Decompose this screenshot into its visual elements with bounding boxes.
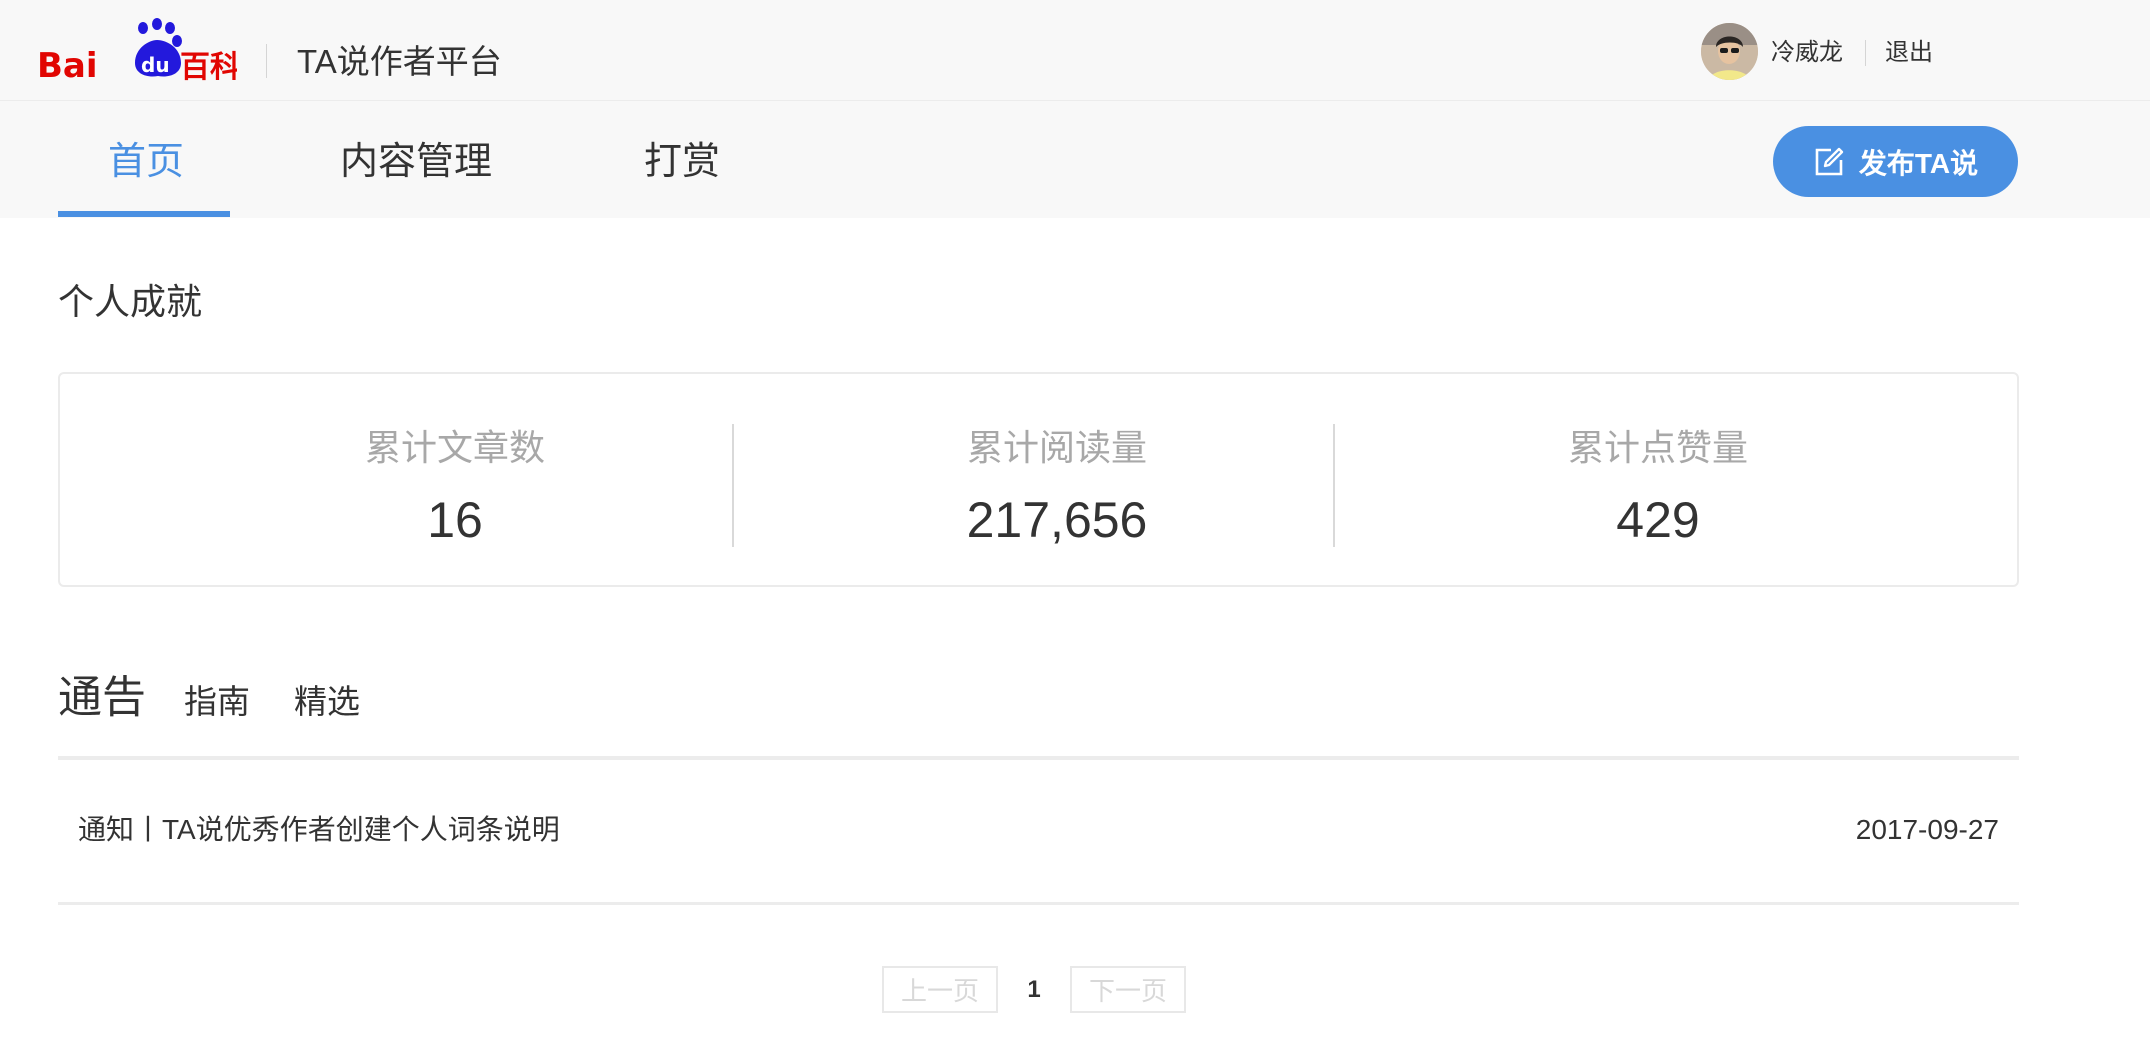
platform-title: TA说作者平台 — [297, 43, 502, 80]
stats-card: 累计文章数 16 累计阅读量 217,656 累计点赞量 429 — [58, 372, 2019, 587]
stat-value: 429 — [1616, 492, 1700, 548]
edit-icon — [1815, 147, 1844, 175]
publish-button-label: 发布TA说 — [1858, 147, 1979, 179]
nav-home[interactable]: 首页 — [108, 139, 184, 185]
nav-content-management[interactable]: 内容管理 — [340, 139, 492, 185]
baidu-baike-logo[interactable]: du Bai 百科 — [37, 14, 240, 86]
notice-title[interactable]: 通知丨TA说优秀作者创建个人词条说明 — [78, 812, 560, 848]
tab-featured[interactable]: 精选 — [294, 674, 360, 730]
svg-text:百科: 百科 — [180, 50, 237, 84]
svg-text:Bai: Bai — [37, 46, 98, 84]
stat-likes: 累计点赞量 429 — [1358, 374, 1958, 585]
stat-label: 累计点赞量 — [1567, 427, 1748, 468]
stat-value: 16 — [427, 492, 483, 548]
stat-label: 累计阅读量 — [966, 427, 1147, 468]
achievements-title: 个人成就 — [58, 281, 203, 322]
publish-button[interactable]: 发布TA说 — [1773, 126, 2018, 197]
logout-link[interactable]: 退出 — [1885, 38, 1933, 68]
next-page-button[interactable]: 下一页 — [1070, 966, 1186, 1013]
user-avatar[interactable] — [1701, 23, 1758, 80]
stat-divider — [732, 424, 734, 547]
active-tab-indicator — [58, 211, 230, 217]
nav-rewards[interactable]: 打赏 — [644, 139, 720, 185]
user-divider — [1865, 40, 1866, 66]
notice-date: 2017-09-27 — [1855, 814, 1999, 845]
username[interactable]: 冷威龙 — [1771, 38, 1843, 68]
stat-divider — [1333, 424, 1335, 547]
list-item[interactable]: 通知丨TA说优秀作者创建个人词条说明 2017-09-27 — [58, 760, 2019, 902]
prev-page-button[interactable]: 上一页 — [882, 966, 998, 1013]
top-header: du Bai 百科 TA说作者平台 冷威龙 退出 — [0, 0, 2150, 101]
tab-guide[interactable]: 指南 — [184, 674, 250, 730]
stat-articles: 累计文章数 16 — [155, 374, 755, 585]
svg-text:du: du — [141, 53, 170, 77]
stat-value: 217,656 — [966, 492, 1148, 548]
header-divider — [266, 44, 267, 78]
notice-divider — [58, 902, 2019, 905]
page-number[interactable]: 1 — [1020, 972, 1048, 1008]
stat-reads: 累计阅读量 217,656 — [757, 374, 1357, 585]
tab-announcements[interactable]: 通告 — [58, 670, 146, 726]
stat-label: 累计文章数 — [364, 427, 545, 468]
